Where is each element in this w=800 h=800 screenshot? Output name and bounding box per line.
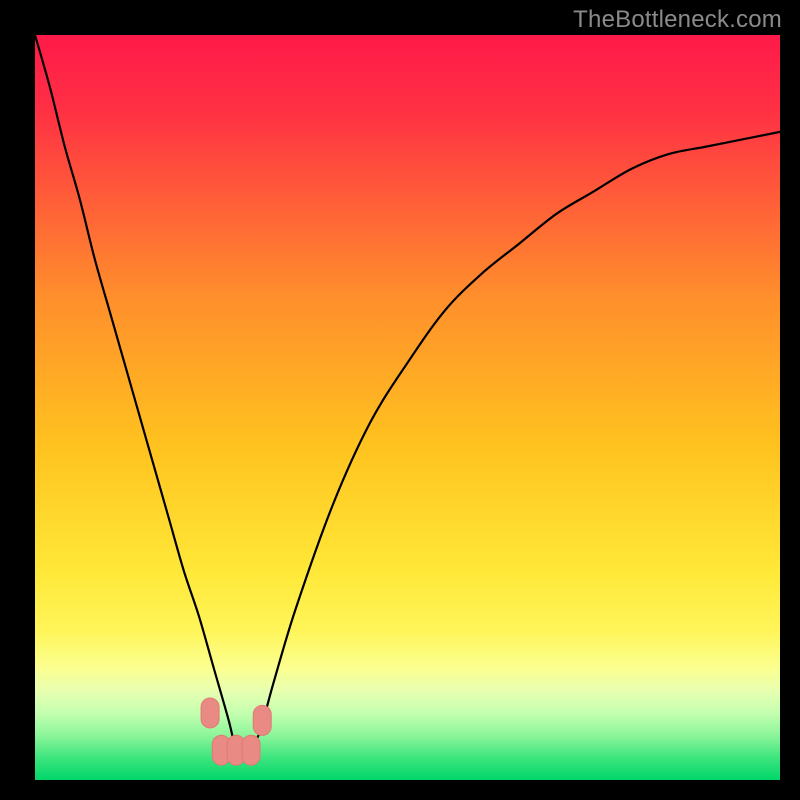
curve-marker: [201, 698, 219, 728]
chart-frame: TheBottleneck.com: [0, 0, 800, 800]
curve-marker: [253, 705, 271, 735]
gradient-background: [35, 35, 780, 780]
watermark-text: TheBottleneck.com: [573, 6, 782, 34]
chart-svg: [35, 35, 780, 780]
curve-marker: [242, 735, 260, 765]
plot-area: [35, 35, 780, 780]
